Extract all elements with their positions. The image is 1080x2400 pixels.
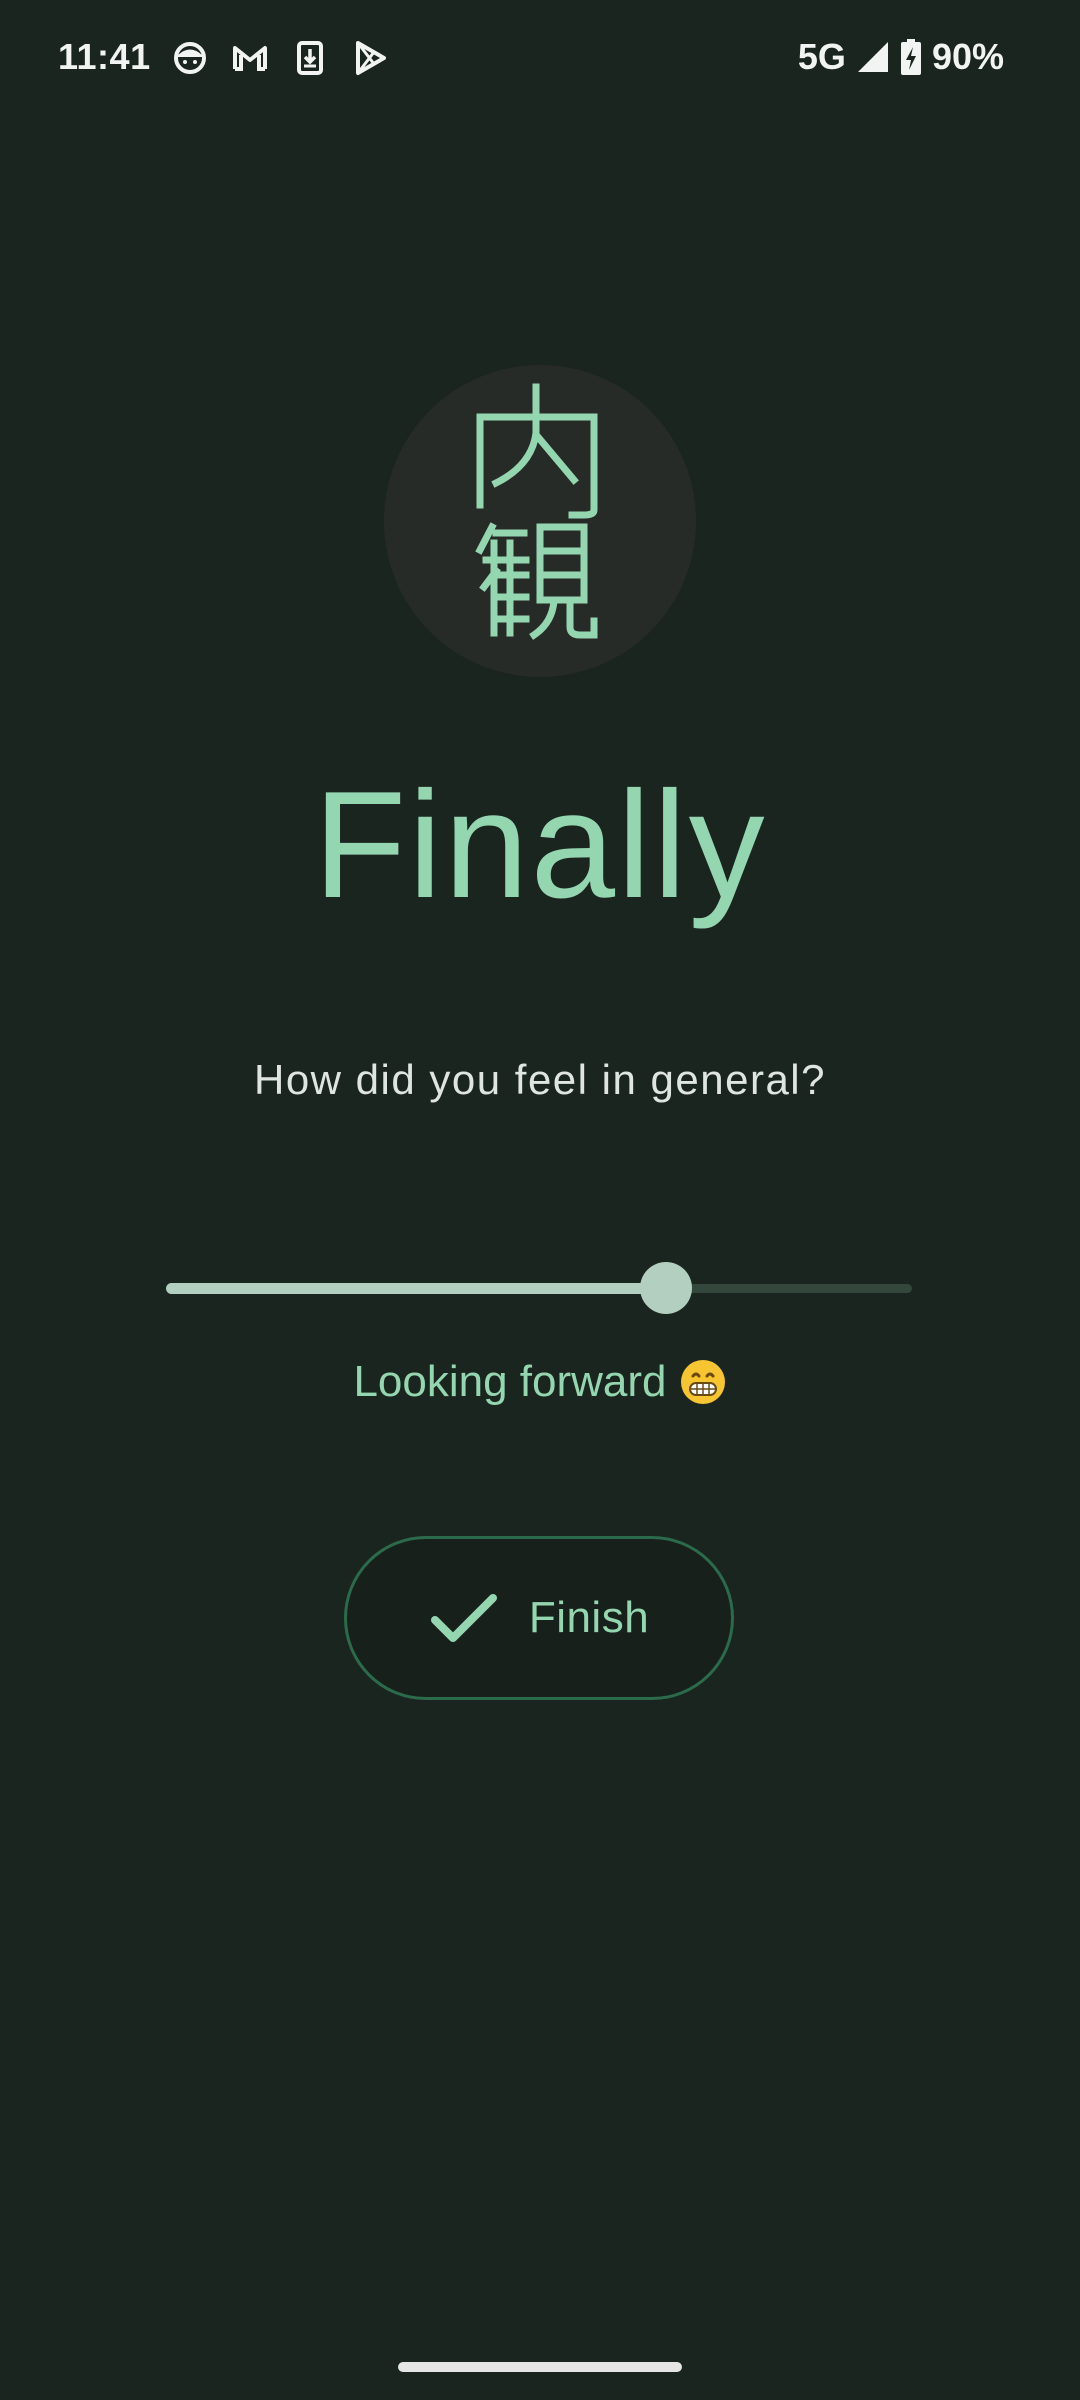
mood-slider[interactable] — [166, 1262, 912, 1314]
gesture-navigation-bar[interactable] — [398, 2362, 682, 2372]
network-label: 5G — [797, 36, 846, 77]
mood-label-text: Looking forward — [353, 1357, 667, 1406]
battery-icon — [900, 39, 922, 75]
play-store-icon — [350, 38, 390, 78]
battery-percent: 90% — [931, 36, 1004, 77]
mood-label: Looking forward — [0, 1354, 1080, 1410]
download-icon — [290, 38, 330, 78]
check-icon — [429, 1583, 499, 1653]
finish-button[interactable]: Finish — [344, 1536, 734, 1700]
question-text: How did you feel in general? — [253, 1056, 826, 1103]
signal-icon — [856, 40, 890, 74]
status-bar: 11:41 5G 90% — [0, 0, 1080, 118]
gmail-icon — [230, 38, 270, 78]
app-logo — [384, 365, 696, 677]
face-icon — [170, 38, 210, 78]
page-title: Finally — [313, 760, 767, 930]
slider-active-track — [166, 1283, 666, 1294]
status-right: 5G 90% — [798, 36, 1004, 78]
slider-thumb[interactable] — [640, 1262, 692, 1314]
finish-button-label: Finish — [528, 1593, 650, 1642]
kanji-logo-icon — [475, 383, 598, 640]
notification-icons — [170, 38, 390, 78]
status-time: 11:41 — [58, 36, 151, 77]
grinning-face-icon — [679, 1358, 727, 1406]
